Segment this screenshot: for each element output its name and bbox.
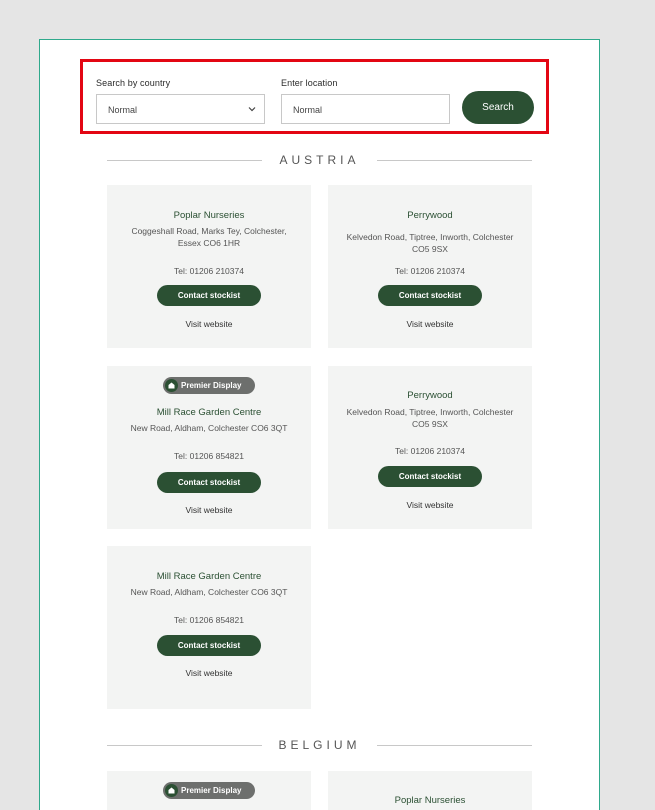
chevron-down-icon [248, 107, 256, 112]
stockist-address: New Road, Aldham, Colchester CO6 3QT [130, 423, 288, 433]
stockist-phone: Tel: 01206 210374 [174, 266, 244, 276]
stockist-card: Premier Display Mill Race Garden Centre … [107, 366, 311, 529]
location-input-value: Normal [293, 105, 323, 115]
stockist-name: Perrywood [407, 390, 453, 401]
stockist-name: Mill Race Garden Centre [156, 571, 262, 582]
stockist-phone: Tel: 01206 854821 [174, 615, 244, 625]
location-input[interactable]: Normal [281, 94, 450, 124]
visit-website-link[interactable]: Visit website [107, 505, 311, 515]
country-select[interactable]: Normal [96, 94, 265, 124]
contact-stockist-button[interactable]: Contact stockist [157, 472, 261, 493]
contact-stockist-button[interactable]: Contact stockist [378, 285, 482, 306]
country-select-value: Normal [108, 105, 138, 115]
section-title: AUSTRIA [279, 153, 360, 167]
stockist-card: Perrywood Kelvedon Road, Tiptree, Inwort… [328, 185, 532, 348]
section-title: BELGIUM [278, 738, 361, 752]
contact-stockist-button[interactable]: Contact stockist [157, 285, 261, 306]
stockist-name: Poplar Nurseries [173, 210, 245, 221]
stockist-name: Perrywood [407, 210, 453, 221]
visit-website-link[interactable]: Visit website [328, 500, 532, 510]
store-locator-page: Search by country Normal Enter location … [39, 39, 600, 810]
stockist-name: Mill Race Garden Centre [156, 407, 262, 418]
premier-display-badge: Premier Display [163, 377, 255, 394]
search-button[interactable]: Search [462, 91, 534, 124]
visit-website-link[interactable]: Visit website [328, 319, 532, 329]
location-label: Enter location [281, 78, 338, 88]
stockist-card: Perrywood Kelvedon Road, Tiptree, Inwort… [328, 366, 532, 529]
badge-label: Premier Display [181, 381, 242, 390]
section-heading-belgium: BELGIUM [107, 738, 532, 754]
stockist-phone: Tel: 01206 210374 [395, 266, 465, 276]
contact-stockist-button[interactable]: Contact stockist [378, 466, 482, 487]
plant-badge-icon [165, 379, 178, 392]
visit-website-link[interactable]: Visit website [107, 668, 311, 678]
stockist-name: Poplar Nurseries [394, 795, 466, 806]
search-panel: Search by country Normal Enter location … [80, 59, 549, 134]
country-label: Search by country [96, 78, 171, 88]
premier-display-badge: Premier Display [163, 782, 255, 799]
stockist-card: Poplar Nurseries [328, 771, 532, 810]
stockist-address: Kelvedon Road, Tiptree, Inworth, Colches… [346, 407, 514, 429]
stockist-address: New Road, Aldham, Colchester CO6 3QT [130, 587, 288, 597]
contact-stockist-button[interactable]: Contact stockist [157, 635, 261, 656]
visit-website-link[interactable]: Visit website [107, 319, 311, 329]
stockist-card: Mill Race Garden Centre New Road, Aldham… [107, 546, 311, 709]
stockist-phone: Tel: 01206 210374 [395, 446, 465, 456]
plant-badge-icon [165, 784, 178, 797]
stockist-card: Poplar Nurseries Coggeshall Road, Marks … [107, 185, 311, 348]
stockist-card: Premier Display [107, 771, 311, 810]
stockist-address: Kelvedon Road, Tiptree, Inworth, Colches… [346, 232, 514, 254]
stockist-phone: Tel: 01206 854821 [174, 451, 244, 461]
stockist-address: Coggeshall Road, Marks Tey, Colchester, … [131, 226, 287, 248]
section-heading-austria: AUSTRIA [107, 153, 532, 169]
badge-label: Premier Display [181, 786, 242, 795]
